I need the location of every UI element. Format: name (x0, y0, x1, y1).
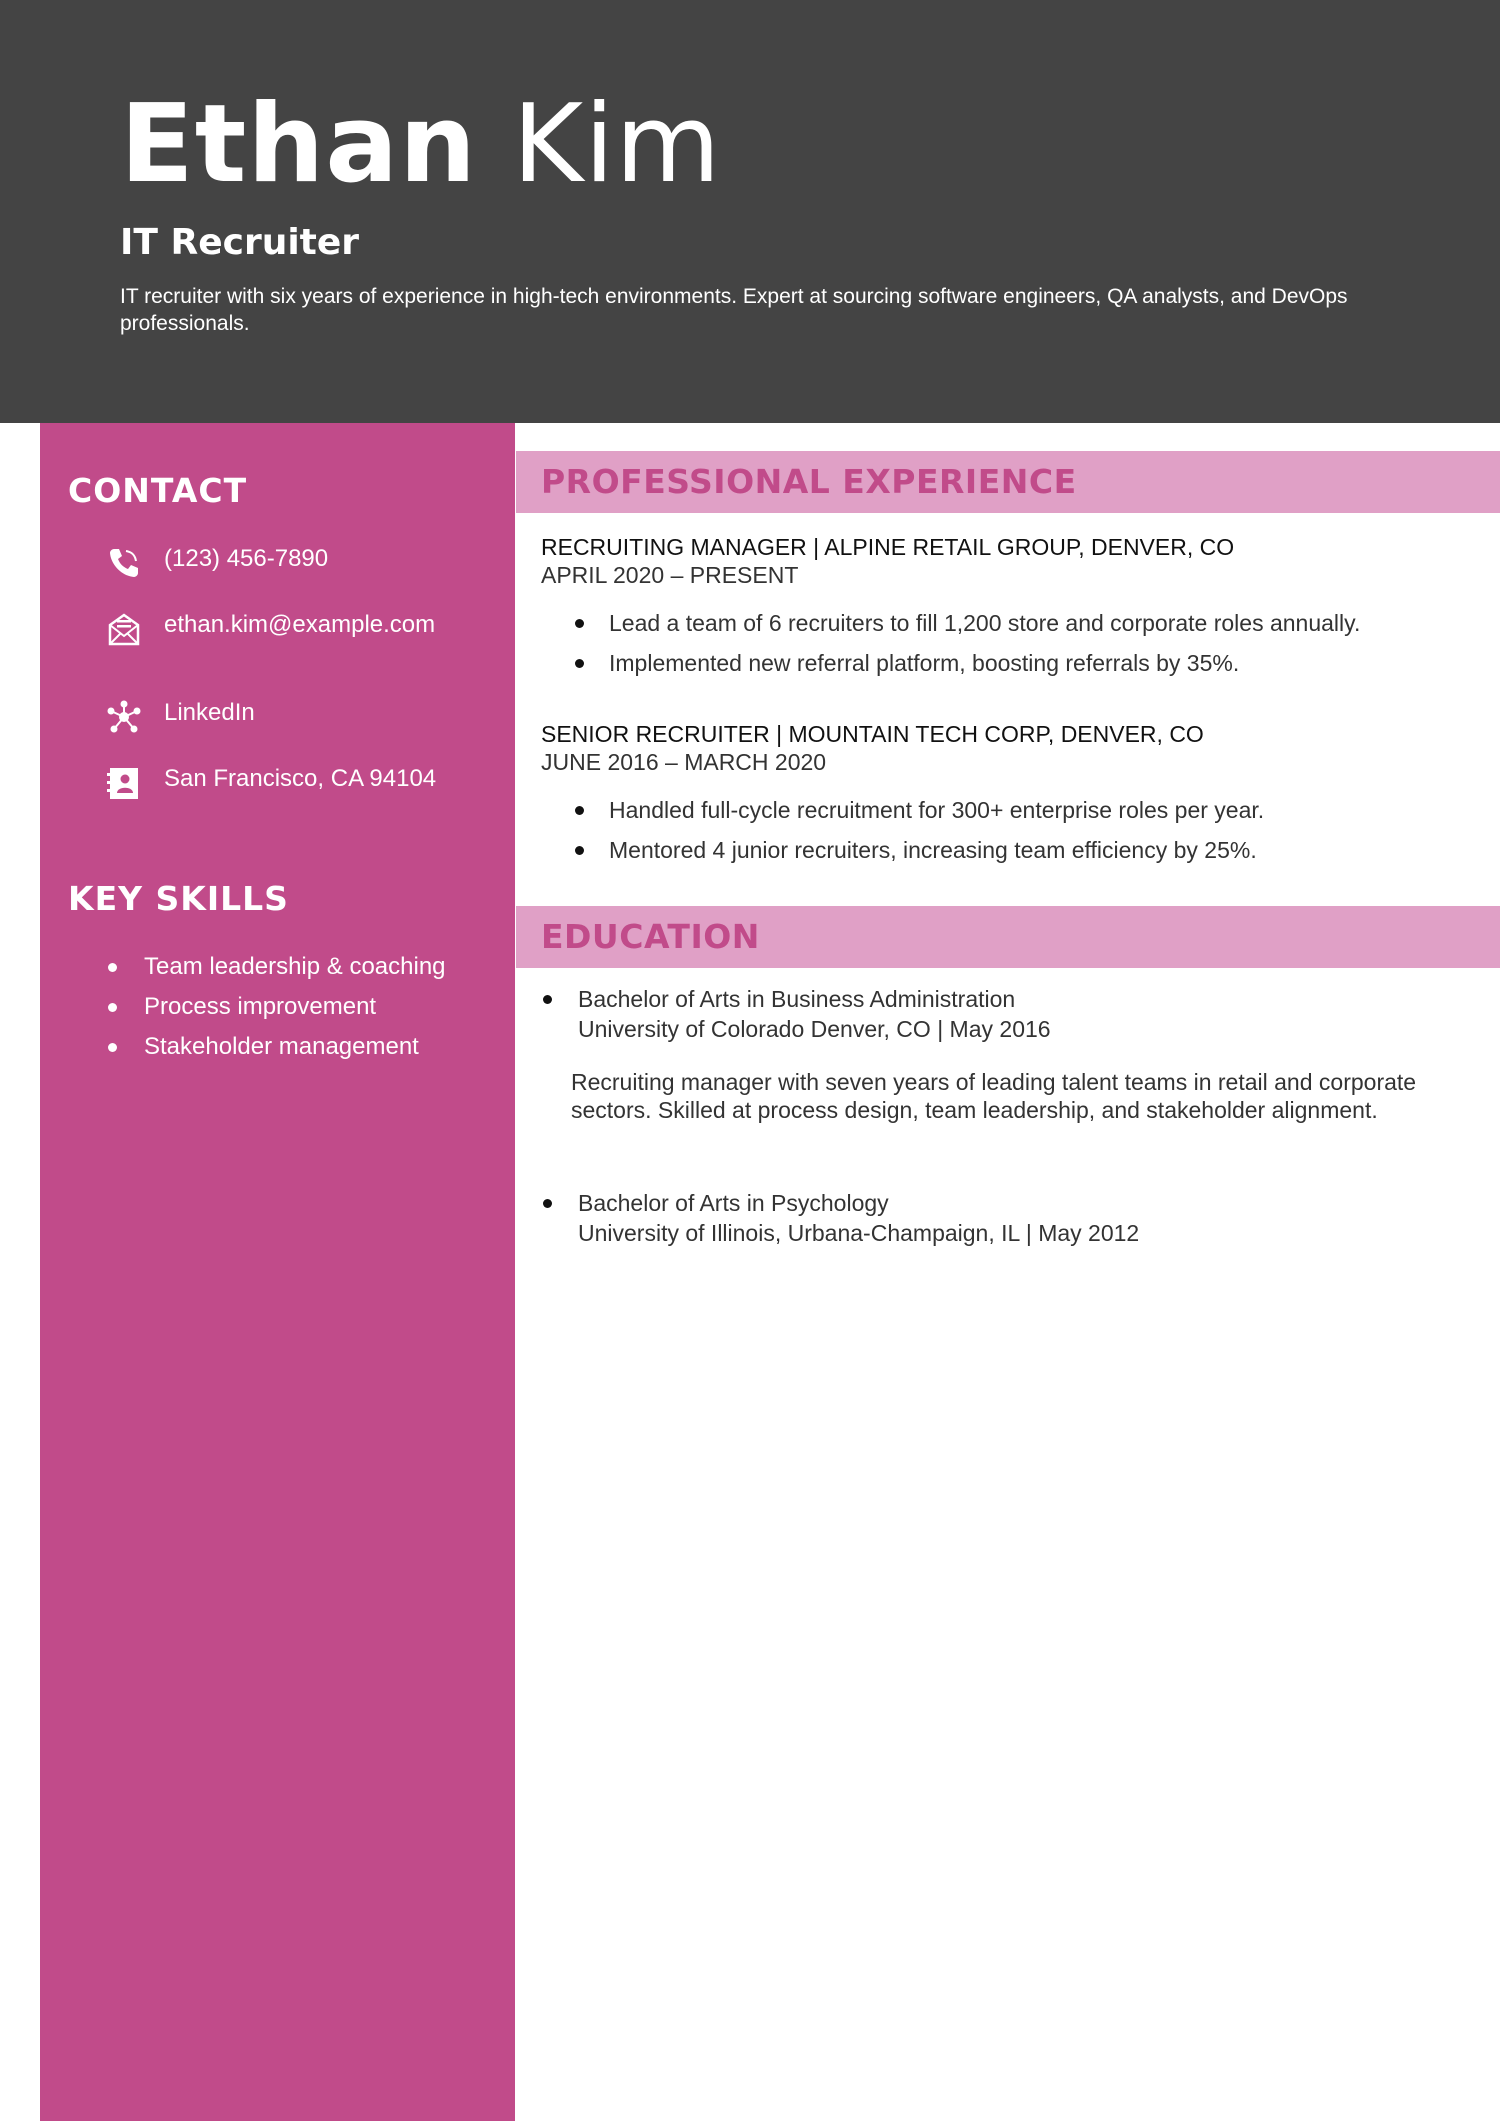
education-school: University of Colorado Denver, CO | May … (578, 1016, 1051, 1042)
education-entry: Bachelor of Arts in Psychology Universit… (541, 1188, 1471, 1248)
phone-icon (110, 549, 138, 577)
job-title: IT Recruiter (120, 222, 360, 263)
job-bullet: Lead a team of 6 recruiters to fill 1,20… (541, 609, 1471, 637)
last-name: Kim (512, 82, 722, 207)
education-degree: Bachelor of Arts in Psychology (541, 1188, 1471, 1218)
contact-heading: CONTACT (68, 471, 248, 510)
resume-header: Ethan Kim IT Recruiter IT recruiter with… (0, 0, 1500, 423)
skill-item: Process improvement (108, 993, 468, 1021)
contact-linkedin-text: LinkedIn (164, 699, 255, 726)
job-bullet: Mentored 4 junior recruiters, increasing… (541, 836, 1471, 864)
job-entry: SENIOR RECRUITER | MOUNTAIN TECH CORP, D… (541, 720, 1471, 876)
job-dates: JUNE 2016 – MARCH 2020 (541, 749, 827, 775)
profile-summary: IT recruiter with six years of experienc… (120, 285, 1348, 335)
address-card-icon (107, 768, 138, 799)
job-bullet: Handled full-cycle recruitment for 300+ … (541, 796, 1471, 824)
experience-heading: PROFESSIONAL EXPERIENCE (541, 462, 1077, 501)
key-skills-heading: KEY SKILLS (68, 879, 289, 918)
network-icon (107, 700, 141, 733)
experience-section-bar: PROFESSIONAL EXPERIENCE (516, 451, 1500, 513)
email-icon (108, 613, 140, 646)
job-dates: APRIL 2020 – PRESENT (541, 562, 799, 588)
contact-email-text: ethan.kim@example.com (164, 611, 436, 638)
job-bullets: Handled full-cycle recruitment for 300+ … (541, 796, 1471, 864)
skill-item: Stakeholder management (108, 1033, 468, 1061)
candidate-name: Ethan Kim (120, 80, 721, 210)
job-role: SENIOR RECRUITER | MOUNTAIN TECH CORP, D… (541, 721, 1204, 747)
first-name: Ethan (120, 82, 478, 207)
education-entry: Bachelor of Arts in Business Administrat… (541, 984, 1471, 1044)
education-section-bar: EDUCATION (516, 906, 1500, 968)
skill-item: Team leadership & coaching (108, 953, 468, 981)
education-heading: EDUCATION (541, 917, 760, 956)
key-skills-list: Team leadership & coaching Process impro… (108, 953, 468, 1073)
education-school: University of Illinois, Urbana-Champaign… (578, 1220, 1140, 1246)
education-degree: Bachelor of Arts in Business Administrat… (541, 984, 1471, 1014)
job-entry: RECRUITING MANAGER | ALPINE RETAIL GROUP… (541, 533, 1471, 689)
job-bullet: Implemented new referral platform, boost… (541, 649, 1471, 677)
contact-phone-text: (123) 456-7890 (164, 545, 329, 572)
job-role: RECRUITING MANAGER | ALPINE RETAIL GROUP… (541, 534, 1235, 560)
contact-address-text: San Francisco, CA 94104 (164, 765, 437, 792)
sidebar: CONTACT (123) 456-7890 ethan.kim@example… (40, 423, 515, 2121)
job-bullets: Lead a team of 6 recruiters to fill 1,20… (541, 609, 1471, 677)
education-description: Recruiting manager with seven years of l… (571, 1069, 1417, 1123)
